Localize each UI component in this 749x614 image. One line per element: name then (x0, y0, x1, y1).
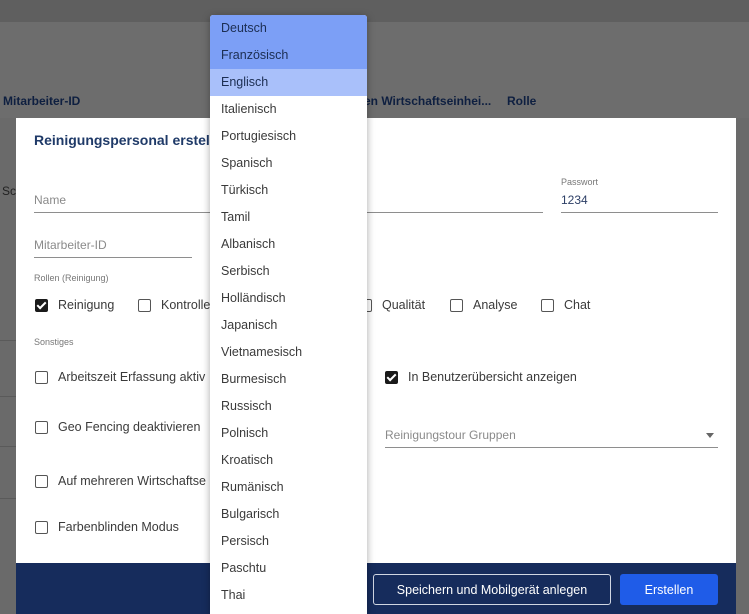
language-dropdown[interactable]: Deutsch Französisch Englisch Italienisch… (210, 15, 367, 614)
roles-section-label: Rollen (Reinigung) (34, 273, 109, 283)
option-label: Arbeitszeit Erfassung aktiv (58, 370, 206, 384)
background-row-divider (0, 396, 16, 397)
role-label: Kontrolle (161, 298, 211, 312)
checkbox-icon (35, 370, 48, 384)
language-option-polish[interactable]: Polnisch (210, 420, 367, 447)
role-label: Analyse (473, 298, 518, 312)
save-and-create-device-button[interactable]: Speichern und Mobilgerät anlegen (373, 574, 611, 605)
role-analysis-checkbox[interactable]: Analyse (450, 298, 517, 312)
language-option-persian[interactable]: Persisch (210, 528, 367, 555)
create-cleaning-staff-dialog: Reinigungspersonal erstell Name Passwort… (16, 118, 736, 614)
language-option-bulgarian[interactable]: Bulgarisch (210, 501, 367, 528)
checkbox-icon (35, 420, 48, 434)
role-quality-checkbox[interactable]: Qualität (359, 298, 425, 312)
language-option-italian[interactable]: Italienisch (210, 96, 367, 123)
language-option-burmese[interactable]: Burmesisch (210, 366, 367, 393)
checkbox-icon (450, 298, 463, 312)
option-label: Farbenblinden Modus (58, 520, 179, 534)
checkbox-icon (35, 520, 48, 534)
dialog-footer: Speichern und Mobilgerät anlegen Erstell… (16, 563, 736, 614)
cleaning-tour-groups-select[interactable]: Reinigungstour Gruppen (385, 416, 718, 448)
caret-down-icon (706, 433, 714, 438)
language-option-albanian[interactable]: Albanisch (210, 231, 367, 258)
name-input-continuation[interactable] (366, 180, 543, 213)
background-row-divider (0, 340, 16, 341)
time-tracking-checkbox[interactable]: Arbeitszeit Erfassung aktiv (35, 370, 205, 384)
option-label: Geo Fencing deaktivieren (58, 420, 201, 434)
tour-groups-placeholder: Reinigungstour Gruppen (385, 428, 516, 442)
checkbox-icon (138, 298, 151, 312)
employee-id-input[interactable]: Mitarbeiter-ID (34, 226, 192, 258)
role-label: Reinigung (58, 298, 115, 312)
app-right-edge (736, 118, 749, 614)
multiple-units-checkbox[interactable]: Auf mehreren Wirtschaftse (35, 474, 206, 488)
role-label: Qualität (382, 298, 426, 312)
employee-id-placeholder: Mitarbeiter-ID (34, 238, 107, 252)
language-option-turkish[interactable]: Türkisch (210, 177, 367, 204)
background-row-divider (0, 498, 16, 499)
checkbox-checked-icon (385, 370, 398, 384)
column-header-economic-units[interactable]: en Wirtschaftseinhei... (364, 94, 491, 108)
language-option-romanian[interactable]: Rumänisch (210, 474, 367, 501)
other-section-label: Sonstiges (34, 337, 74, 347)
password-input[interactable]: Passwort 1234 (561, 177, 718, 213)
checkbox-icon (35, 474, 48, 488)
checkbox-checked-icon (35, 298, 48, 312)
language-option-vietnamese[interactable]: Vietnamesisch (210, 339, 367, 366)
name-input[interactable]: Name (34, 180, 214, 213)
dialog-title: Reinigungspersonal erstell (34, 132, 214, 148)
password-value: 1234 (561, 193, 588, 207)
password-label: Passwort (561, 177, 599, 187)
background-text: Sc (2, 184, 17, 198)
role-cleaning-checkbox[interactable]: Reinigung (35, 298, 114, 312)
language-option-russian[interactable]: Russisch (210, 393, 367, 420)
column-header-employee-id[interactable]: Mitarbeiter-ID (3, 94, 80, 108)
language-option-spanish[interactable]: Spanisch (210, 150, 367, 177)
language-option-croatian[interactable]: Kroatisch (210, 447, 367, 474)
language-option-tamil[interactable]: Tamil (210, 204, 367, 231)
option-label: In Benutzerübersicht anzeigen (408, 370, 577, 384)
create-button[interactable]: Erstellen (620, 574, 718, 605)
background-row-divider (0, 446, 16, 447)
app-top-bar (0, 0, 749, 22)
language-option-french[interactable]: Französisch (210, 42, 367, 69)
language-option-german[interactable]: Deutsch (210, 15, 367, 42)
language-option-thai[interactable]: Thai (210, 582, 367, 609)
role-label: Chat (564, 298, 591, 312)
language-option-serbian[interactable]: Serbisch (210, 258, 367, 285)
language-option-pashto[interactable]: Paschtu (210, 555, 367, 582)
option-label: Auf mehreren Wirtschaftse (58, 474, 206, 488)
column-header-role[interactable]: Rolle (507, 94, 536, 108)
role-control-checkbox[interactable]: Kontrolle (138, 298, 210, 312)
language-option-portuguese[interactable]: Portugiesisch (210, 123, 367, 150)
language-option-dutch[interactable]: Holländisch (210, 285, 367, 312)
name-placeholder: Name (34, 193, 67, 207)
checkbox-icon (541, 298, 554, 312)
role-chat-checkbox[interactable]: Chat (541, 298, 590, 312)
colorblind-mode-checkbox[interactable]: Farbenblinden Modus (35, 520, 179, 534)
geo-fencing-checkbox[interactable]: Geo Fencing deaktivieren (35, 420, 200, 434)
language-option-english[interactable]: Englisch (210, 69, 367, 96)
user-overview-checkbox[interactable]: In Benutzerübersicht anzeigen (385, 370, 577, 384)
language-option-japanese[interactable]: Japanisch (210, 312, 367, 339)
